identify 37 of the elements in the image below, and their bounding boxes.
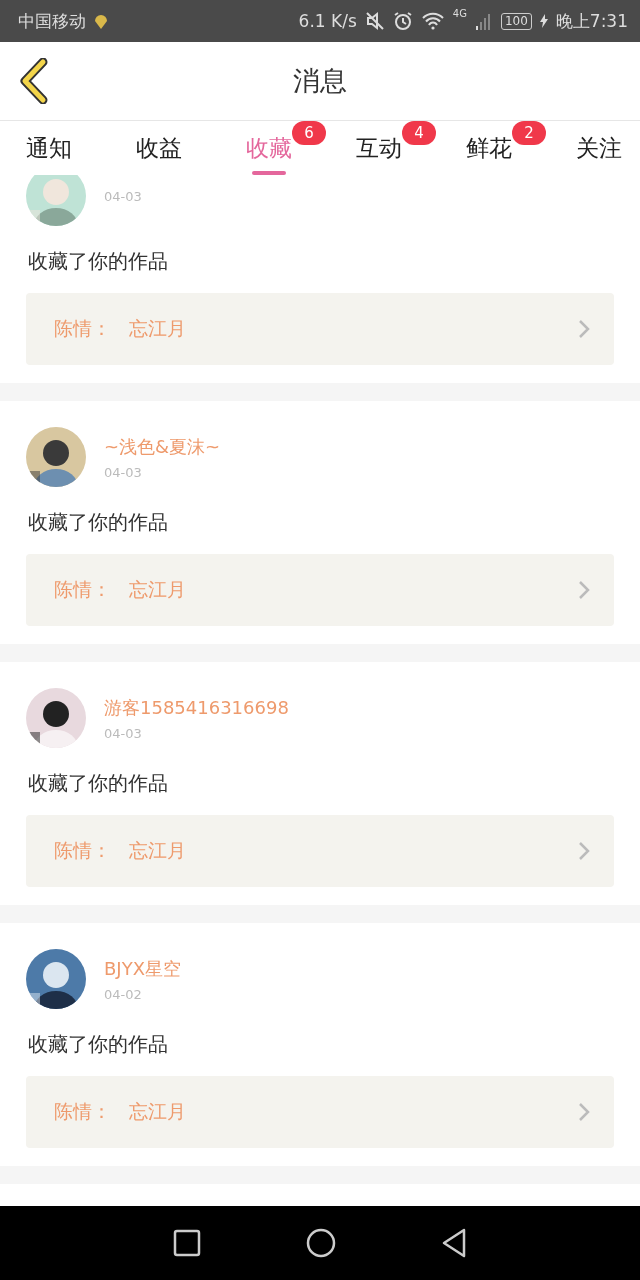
count-badge: 6 (292, 121, 326, 145)
user-name: ~浅色&夏沫~ (104, 434, 221, 459)
wifi-icon (420, 12, 445, 30)
message-text: 收藏了你的作品 (28, 509, 169, 536)
home-button[interactable] (306, 1228, 336, 1258)
alarm-icon (392, 11, 413, 31)
message-date: 04-03 (104, 188, 142, 204)
page-title: 消息 (293, 64, 347, 98)
user-name: BJYX星空 (104, 956, 181, 981)
message-text: 收藏了你的作品 (28, 770, 169, 797)
message-date: 04-02 (104, 986, 143, 1002)
network-speed: 6.1 K/s (298, 11, 357, 31)
signal-icon (474, 12, 493, 30)
tab-underline (252, 171, 286, 175)
chevron-right-icon (578, 1102, 590, 1122)
tab[interactable]: 关注 (572, 121, 626, 175)
chevron-right-icon (578, 841, 590, 861)
message-date: 04-03 (104, 725, 143, 741)
chevron-right-icon (578, 319, 590, 339)
carrier-text: 中国移动 (18, 9, 86, 33)
mute-icon (364, 11, 385, 31)
message-text: 收藏了你的作品 (28, 248, 169, 275)
recent-apps-button[interactable] (172, 1229, 201, 1257)
back-nav-button[interactable] (441, 1228, 468, 1258)
clock-time: 晚上7:31 (555, 9, 628, 33)
count-badge: 4 (402, 121, 436, 145)
message-text: 收藏了你的作品 (28, 1031, 169, 1058)
message-date: 04-03 (104, 464, 143, 480)
count-badge: 2 (512, 121, 546, 145)
tab[interactable]: 通知 (22, 121, 76, 175)
network-type: 4G (452, 8, 467, 19)
charging-icon (539, 14, 548, 28)
chevron-right-icon (578, 580, 590, 600)
tab[interactable]: 收益 (132, 121, 186, 175)
user-name: 游客1585416316698 (104, 695, 289, 720)
location-icon (94, 13, 108, 29)
battery-level: 100 (500, 12, 532, 30)
